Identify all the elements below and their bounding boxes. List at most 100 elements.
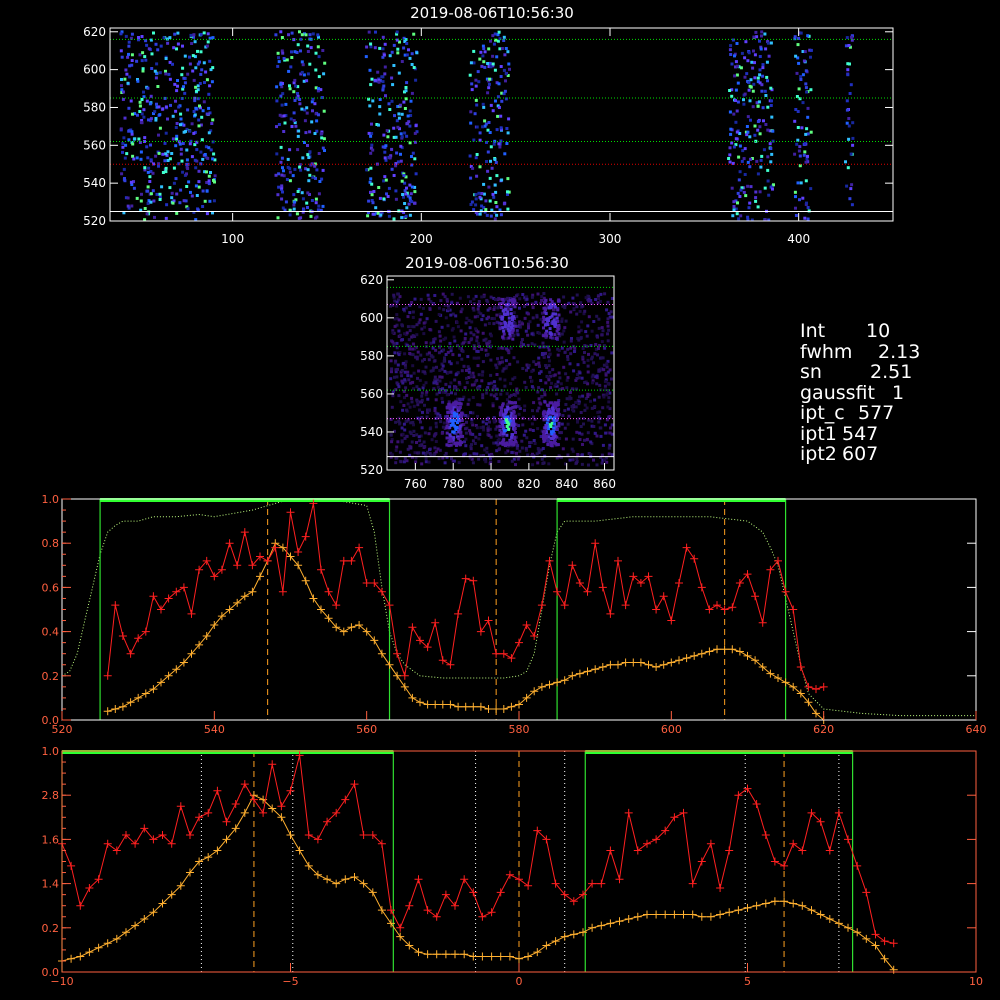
middle-image-speck bbox=[586, 395, 590, 398]
orange-series-marker bbox=[460, 950, 469, 959]
red-series-marker bbox=[706, 839, 715, 848]
middle-image-speck bbox=[580, 453, 584, 457]
middle-image-speck bbox=[397, 292, 400, 296]
top-band-speck bbox=[386, 195, 390, 198]
middle-image-speck bbox=[605, 365, 609, 369]
middle-image-speck bbox=[411, 380, 415, 384]
top-band-speck bbox=[506, 190, 509, 194]
top-band-speck bbox=[298, 30, 301, 34]
top-band-speck bbox=[851, 143, 855, 147]
orange-series-marker bbox=[385, 660, 394, 669]
middle-image-speck bbox=[565, 378, 569, 382]
top-band-speck bbox=[846, 166, 850, 170]
top-band-speck bbox=[743, 75, 747, 79]
top-y-tick-label: 620 bbox=[83, 25, 106, 39]
top-band-speck bbox=[148, 102, 152, 106]
red-series-marker bbox=[487, 908, 496, 917]
middle-image-speck bbox=[408, 311, 412, 315]
top-band-speck bbox=[185, 172, 188, 176]
middle-image-speck bbox=[576, 420, 579, 424]
middle-image-speck bbox=[510, 450, 514, 454]
top-band-speck bbox=[205, 212, 209, 216]
top-band-speck bbox=[413, 131, 417, 135]
top-band-speck bbox=[119, 49, 123, 53]
top-band-speck bbox=[179, 117, 183, 121]
middle-image-speck bbox=[435, 365, 438, 369]
red-series-marker bbox=[667, 616, 676, 625]
top-band-speck bbox=[154, 76, 158, 80]
middle-y-tick-label: 520 bbox=[360, 463, 383, 477]
top-band-speck bbox=[371, 148, 375, 152]
y-tick-label: 1.0 bbox=[42, 745, 60, 758]
middle-image-blob-pixel bbox=[545, 403, 549, 407]
top-band-speck bbox=[845, 108, 849, 112]
red-series-marker bbox=[804, 682, 813, 691]
red-series-marker bbox=[530, 632, 539, 640]
red-series-marker bbox=[304, 831, 313, 839]
top-band-speck bbox=[502, 35, 506, 39]
red-series-marker bbox=[796, 663, 805, 671]
top-band-speck bbox=[119, 32, 123, 36]
top-band-speck bbox=[399, 152, 402, 156]
top-band-speck bbox=[294, 84, 298, 88]
middle-image-speck bbox=[520, 446, 524, 450]
middle-image-speck bbox=[410, 400, 414, 404]
top-band-speck bbox=[386, 135, 390, 139]
top-band-speck bbox=[138, 110, 142, 113]
red-series-marker bbox=[761, 831, 770, 839]
middle-image-speck bbox=[422, 383, 426, 387]
top-band-speck bbox=[197, 169, 201, 173]
top-band-speck bbox=[499, 139, 503, 143]
red-series-marker bbox=[553, 587, 562, 596]
red-series-marker bbox=[414, 875, 423, 884]
middle-image-speck bbox=[586, 358, 590, 362]
middle-image-blob-pixel bbox=[452, 411, 456, 415]
top-band-speck bbox=[408, 196, 412, 200]
middle-image-speck bbox=[487, 433, 491, 437]
top-band-speck bbox=[123, 156, 127, 160]
top-band-speck bbox=[728, 146, 732, 150]
middle-image-blob-pixel bbox=[511, 324, 515, 328]
top-band-speck bbox=[732, 145, 736, 149]
x-tick-label: −10 bbox=[50, 975, 73, 988]
orange-series-marker bbox=[408, 693, 417, 702]
middle-image-speck bbox=[410, 301, 414, 304]
orange-series-marker bbox=[644, 660, 653, 669]
top-band-speck bbox=[487, 86, 491, 90]
middle-image-speck bbox=[521, 293, 525, 296]
middle-image-speck bbox=[401, 338, 404, 342]
middle-image-speck bbox=[459, 329, 463, 333]
middle-image-blob-pixel bbox=[501, 442, 505, 446]
orange-series-marker bbox=[652, 663, 661, 671]
top-band-speck bbox=[182, 130, 186, 134]
top-band-speck bbox=[482, 47, 486, 50]
middle-image-blob-pixel bbox=[545, 322, 549, 326]
middle-image-speck bbox=[600, 453, 604, 457]
top-band-speck bbox=[410, 200, 414, 204]
middle-image-speck bbox=[569, 339, 573, 343]
middle-image-speck bbox=[603, 292, 607, 296]
middle-image-speck bbox=[583, 408, 587, 412]
top-band-speck bbox=[738, 170, 742, 174]
top-band-speck bbox=[304, 131, 308, 135]
top-band-speck bbox=[803, 50, 807, 54]
top-band-speck bbox=[844, 44, 848, 48]
top-band-speck bbox=[753, 124, 757, 128]
middle-image-speck bbox=[475, 426, 479, 430]
middle-image-blob-pixel bbox=[447, 402, 451, 406]
top-band-speck bbox=[486, 150, 490, 154]
top-band-speck bbox=[315, 168, 319, 172]
middle-image-speck bbox=[488, 340, 492, 344]
top-band-speck bbox=[317, 87, 320, 91]
middle-image-speck bbox=[575, 461, 578, 465]
top-band-speck bbox=[162, 36, 166, 40]
middle-image-speck bbox=[497, 448, 501, 452]
top-band-speck bbox=[388, 54, 392, 58]
top-band-speck bbox=[175, 192, 179, 196]
top-band-speck bbox=[292, 111, 296, 115]
top-band-speck bbox=[392, 217, 396, 221]
top-band-speck bbox=[748, 135, 752, 139]
red-series-marker bbox=[268, 760, 277, 769]
middle-image-speck bbox=[408, 430, 412, 434]
top-band-speck bbox=[183, 81, 187, 85]
